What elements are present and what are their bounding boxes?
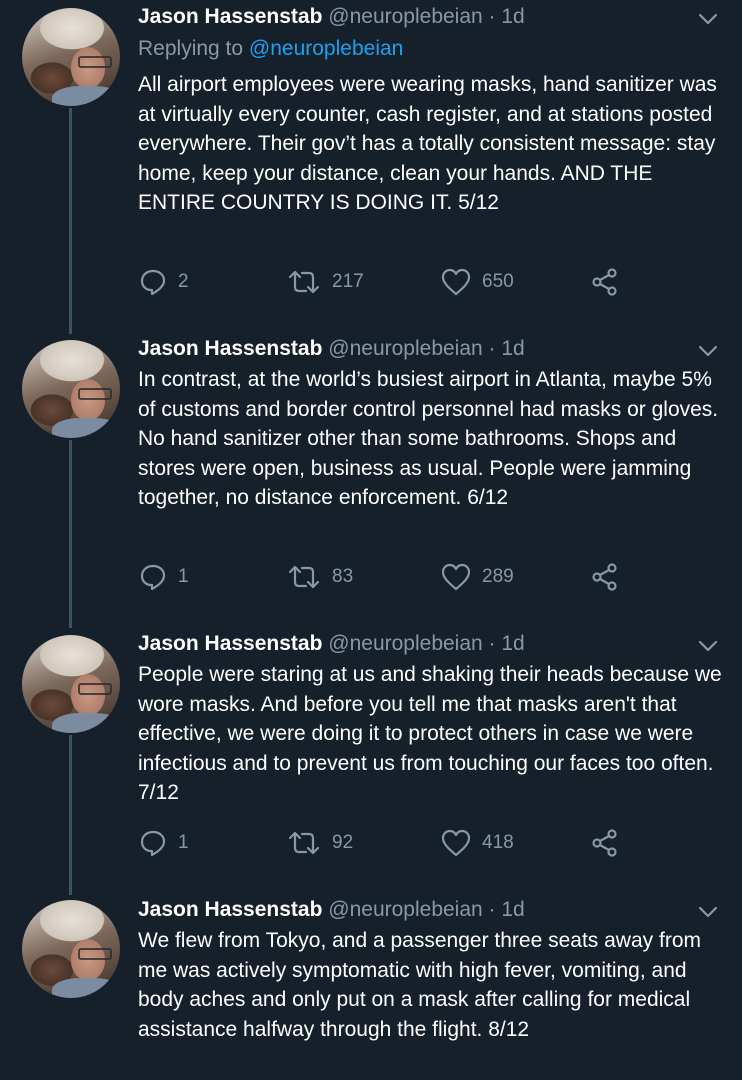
- avatar[interactable]: [22, 340, 120, 438]
- reply-count: 1: [178, 832, 189, 853]
- reply-count: 1: [178, 566, 189, 587]
- share-icon: [592, 268, 617, 296]
- like-count: 289: [482, 566, 514, 587]
- avatar[interactable]: [22, 900, 120, 998]
- retweet-icon: [288, 270, 320, 294]
- retweet-count: 217: [332, 271, 364, 292]
- tweet-text: In contrast, at the world’s busiest airp…: [138, 368, 719, 509]
- share-button[interactable]: [590, 561, 620, 593]
- timestamp[interactable]: · 1d: [489, 5, 525, 28]
- tweet-text: We flew from Tokyo, and a passenger thre…: [138, 929, 701, 1041]
- tweet-actions: 1 92 418: [138, 827, 638, 859]
- share-icon: [592, 563, 617, 591]
- like-button[interactable]: 418: [440, 827, 514, 859]
- timestamp[interactable]: · 1d: [489, 898, 525, 921]
- like-button[interactable]: 650: [440, 266, 514, 298]
- author-name[interactable]: Jason Hassenstab: [138, 898, 322, 921]
- timestamp[interactable]: · 1d: [489, 632, 525, 655]
- retweet-button[interactable]: 92: [286, 827, 353, 859]
- reply-button[interactable]: 2: [138, 266, 189, 298]
- chevron-down-icon[interactable]: [697, 340, 719, 362]
- author-handle[interactable]: @neuroplebeian: [328, 337, 482, 360]
- reply-count: 2: [178, 271, 189, 292]
- share-button[interactable]: [590, 266, 620, 298]
- tweet-header: Jason Hassenstab @neuroplebeian · 1d: [138, 897, 525, 923]
- like-icon: [441, 268, 471, 296]
- reply-icon: [140, 830, 166, 857]
- replying-to-label: Replying to: [138, 37, 244, 60]
- chevron-down-icon[interactable]: [697, 901, 719, 923]
- like-count: 650: [482, 271, 514, 292]
- share-icon: [592, 829, 617, 857]
- author-name[interactable]: Jason Hassenstab: [138, 5, 322, 28]
- retweet-count: 92: [332, 832, 354, 853]
- thread-line: [69, 440, 72, 628]
- replying-to: Replying to @neuroplebeian: [138, 36, 403, 62]
- like-icon: [441, 829, 471, 857]
- tweet-header: Jason Hassenstab @neuroplebeian · 1d: [138, 4, 525, 30]
- author-handle[interactable]: @neuroplebeian: [328, 5, 482, 28]
- tweet-text: People were staring at us and shaking th…: [138, 663, 722, 804]
- reply-button[interactable]: 1: [138, 561, 189, 593]
- author-handle[interactable]: @neuroplebeian: [328, 632, 482, 655]
- reply-button[interactable]: 1: [138, 827, 189, 859]
- author-handle[interactable]: @neuroplebeian: [328, 898, 482, 921]
- avatar[interactable]: [22, 8, 120, 106]
- reply-icon: [140, 269, 166, 296]
- thread-line: [69, 735, 72, 895]
- chevron-down-icon[interactable]: [697, 635, 719, 657]
- share-button[interactable]: [590, 827, 620, 859]
- replying-to-mention[interactable]: @neuroplebeian: [249, 37, 403, 60]
- tweet-actions: 2 217 650: [138, 266, 638, 298]
- author-name[interactable]: Jason Hassenstab: [138, 337, 322, 360]
- reply-icon: [140, 564, 166, 591]
- like-icon: [441, 563, 471, 591]
- like-button[interactable]: 289: [440, 561, 514, 593]
- chevron-down-icon[interactable]: [697, 8, 719, 30]
- tweet-header: Jason Hassenstab @neuroplebeian · 1d: [138, 336, 525, 362]
- tweet-actions: 1 83 289: [138, 561, 638, 593]
- retweet-button[interactable]: 83: [286, 561, 353, 593]
- author-name[interactable]: Jason Hassenstab: [138, 632, 322, 655]
- thread-line: [69, 108, 72, 334]
- timestamp[interactable]: · 1d: [489, 337, 525, 360]
- avatar[interactable]: [22, 635, 120, 733]
- tweet-text: All airport employees were wearing masks…: [138, 73, 717, 214]
- retweet-icon: [288, 831, 320, 855]
- like-count: 418: [482, 832, 514, 853]
- retweet-button[interactable]: 217: [286, 266, 364, 298]
- retweet-count: 83: [332, 566, 354, 587]
- tweet-header: Jason Hassenstab @neuroplebeian · 1d: [138, 631, 525, 657]
- retweet-icon: [288, 565, 320, 589]
